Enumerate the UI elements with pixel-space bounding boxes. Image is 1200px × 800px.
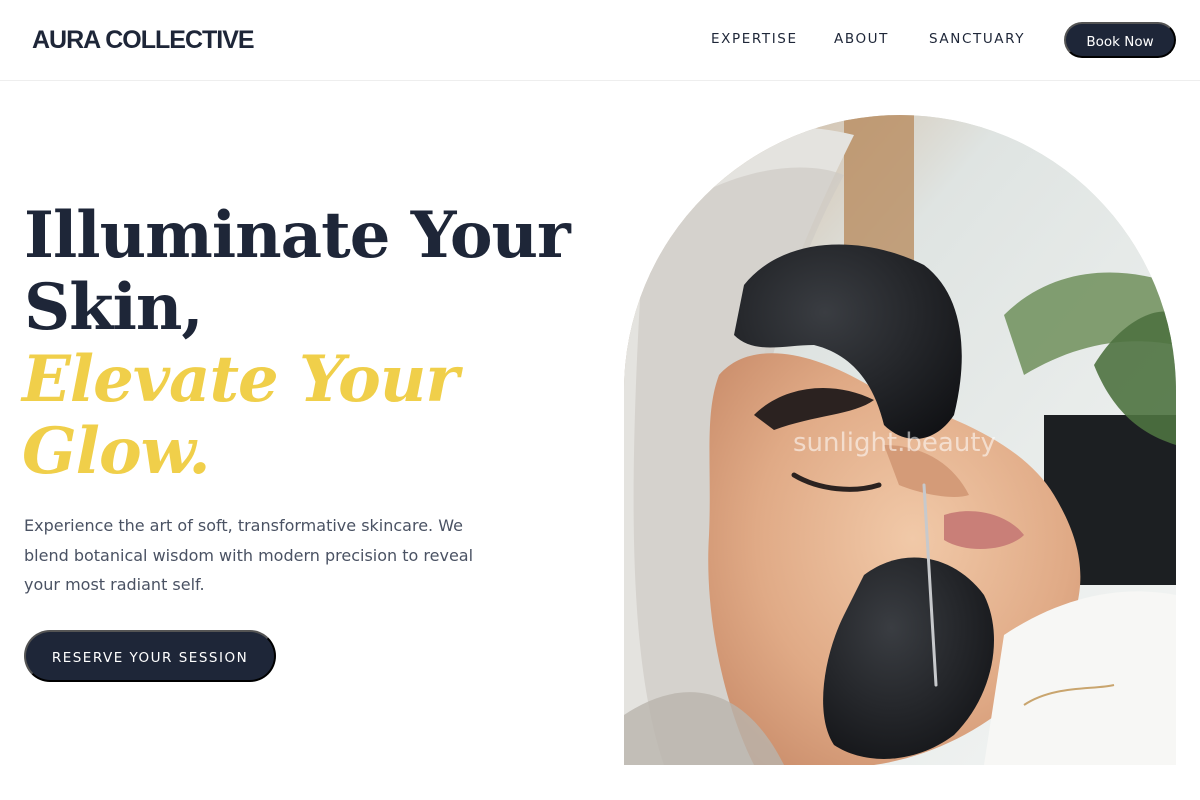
hero-accent-title: Elevate Your Glow. <box>22 344 602 488</box>
book-now-button[interactable]: Book Now <box>1064 22 1176 58</box>
hero-title-line: Skin, <box>24 270 204 345</box>
nav-link-about[interactable]: ABOUT <box>834 30 889 48</box>
brand-logo[interactable]: AURA COLLECTIVE <box>32 24 255 56</box>
hero-description: Experience the art of soft, transformati… <box>24 516 474 594</box>
reserve-session-button[interactable]: RESERVE YOUR SESSION <box>24 630 276 682</box>
hero-accent-line: Elevate Your <box>22 342 459 417</box>
site-header: AURA COLLECTIVE EXPERTISE ABOUT SANCTUAR… <box>0 0 1200 81</box>
nav-link-expertise[interactable]: EXPERTISE <box>711 30 798 48</box>
image-watermark: sunlight.beauty <box>793 428 996 458</box>
hero-title: Illuminate Your Skin, <box>24 200 604 344</box>
hero-title-line: Illuminate Your <box>24 198 571 273</box>
nav-link-sanctuary[interactable]: SANCTUARY <box>929 30 1025 48</box>
hero-accent-line: Glow. <box>22 414 211 489</box>
